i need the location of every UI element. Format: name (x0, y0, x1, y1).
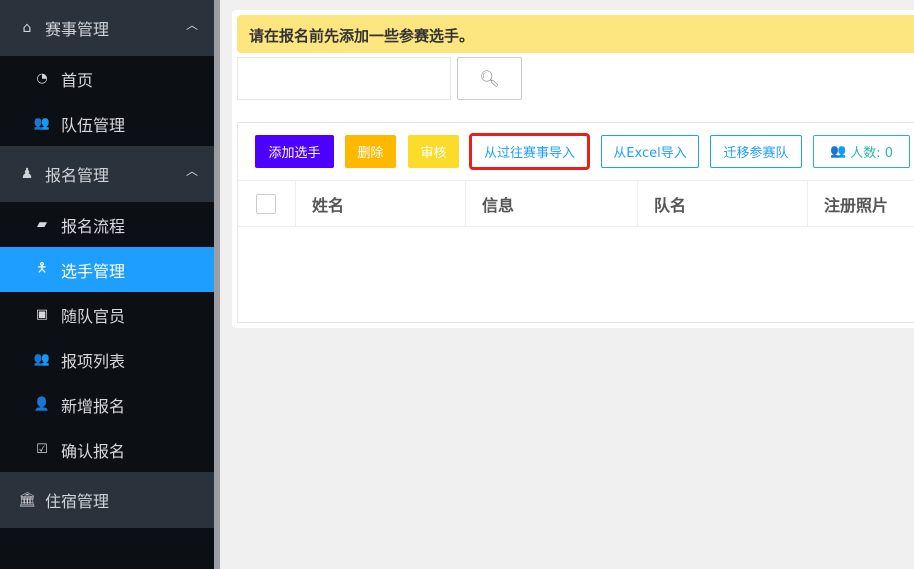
home-icon: ⌂ (22, 20, 32, 36)
column-info[interactable]: 信息 (466, 181, 638, 226)
users-icon: 👥 (33, 352, 51, 367)
sidebar-item-teams[interactable]: 👥 队伍管理 (0, 101, 214, 146)
sidebar-scrollbar[interactable] (214, 0, 220, 569)
column-team[interactable]: 队名 (638, 181, 808, 226)
chevron-up-icon: ︿ (185, 164, 198, 178)
sidebar-section-event[interactable]: ⌂ 赛事管理 ︿ (0, 0, 214, 56)
sidebar-item-new[interactable]: 👤 新增报名 (0, 382, 214, 427)
users-icon: 👥 (830, 144, 847, 159)
migrate-team-button[interactable]: 迁移参赛队 (710, 135, 802, 168)
bank-icon: 🏛 (18, 492, 36, 508)
sidebar-item-home[interactable]: ◔ 首页 (0, 56, 214, 101)
sidebar-item-players[interactable]: 🯅 选手管理 (0, 247, 214, 292)
table-header: 姓名 信息 队名 注册照片 (238, 180, 914, 227)
sidebar-section-lodging[interactable]: 🏛 住宿管理 (0, 472, 214, 528)
person-icon: ♟ (20, 166, 34, 182)
select-all-cell (238, 181, 296, 226)
dashboard-icon: ◔ (36, 71, 48, 86)
search-button[interactable]: 🔍︎ (457, 57, 522, 100)
child-icon: 🯅 (36, 260, 48, 276)
book-icon: ▰ (37, 217, 47, 232)
column-name[interactable]: 姓名 (296, 181, 466, 226)
users-icon: 👥 (33, 116, 51, 131)
delete-button[interactable]: 删除 (345, 135, 396, 168)
chevron-up-icon: ︿ (185, 18, 198, 32)
sidebar: ⌂ 赛事管理 ︿ ◔ 首页 👥 队伍管理 ♟ 报名管理 ︿ ▰ 报名流程 🯅 选手管理 ▣ 随队官… (0, 0, 214, 569)
column-photo[interactable]: 注册照片 (808, 181, 914, 226)
sidebar-section-registration[interactable]: ♟ 报名管理 ︿ (0, 146, 214, 202)
import-excel-button[interactable]: 从Excel导入 (601, 135, 699, 168)
review-button[interactable]: 审核 (408, 135, 459, 168)
sidebar-item-officials[interactable]: ▣ 随队官员 (0, 292, 214, 337)
user-plus-icon: 👤 (33, 397, 51, 412)
sidebar-item-process[interactable]: ▰ 报名流程 (0, 202, 214, 247)
sidebar-item-entries[interactable]: 👥 报项列表 (0, 337, 214, 382)
import-past-event-button[interactable]: 从过往赛事导入 (469, 133, 590, 170)
search-icon: 🔍︎ (479, 69, 500, 88)
sidebar-item-confirm[interactable]: ☑ 确认报名 (0, 427, 214, 472)
alert-banner: 请在报名前先添加一些参赛选手。 (237, 15, 914, 53)
select-all-checkbox[interactable] (256, 193, 276, 214)
search-input[interactable] (237, 57, 451, 100)
contact-card-icon: ▣ (35, 307, 49, 322)
check-square-icon: ☑ (36, 442, 48, 457)
count-button[interactable]: 👥 人数: 0 (813, 135, 910, 168)
add-player-button[interactable]: 添加选手 (255, 135, 334, 168)
